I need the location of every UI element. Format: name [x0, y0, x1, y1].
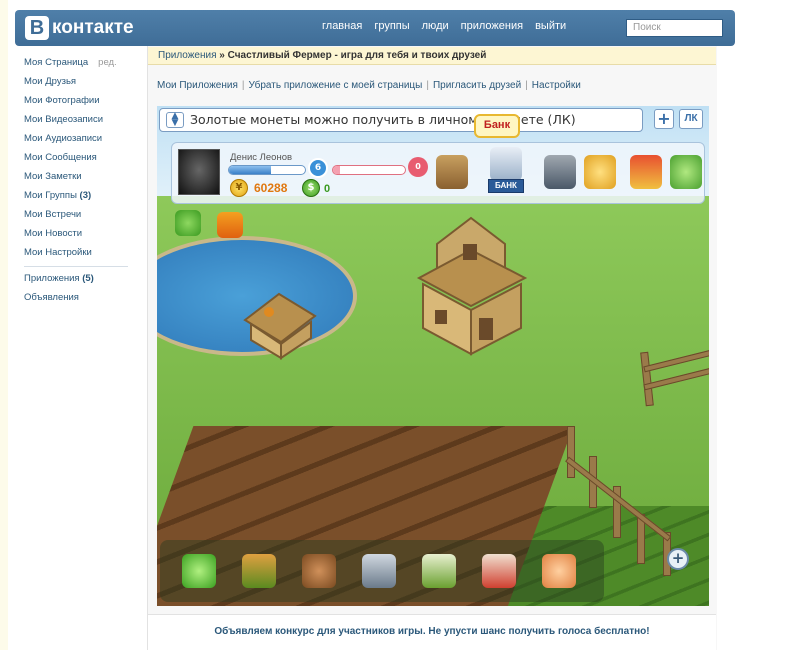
sidebar-item-events[interactable]: Мои Встречи — [24, 208, 128, 227]
farm-house[interactable] — [409, 214, 533, 364]
tools-icon[interactable] — [544, 155, 576, 189]
sidebar-item-my-page[interactable]: Моя Страница ред. — [24, 56, 128, 75]
groups-count: (3) — [79, 190, 92, 201]
notice-scroll-arrows[interactable]: ▲ ▼ — [166, 112, 184, 128]
fence-post — [567, 426, 575, 478]
sidebar-item-notes[interactable]: Мои Заметки — [24, 170, 128, 189]
sidebar-item-label: Мои Группы — [24, 190, 77, 201]
shovel-icon[interactable] — [242, 554, 276, 588]
sidebar-item-settings[interactable]: Мои Настройки — [24, 246, 128, 265]
promo-link[interactable]: Объявляем конкурс для участников игры. Н… — [148, 614, 716, 650]
bank-tooltip: Банк — [474, 114, 520, 138]
personal-cabinet-button[interactable]: ЛК — [679, 109, 703, 129]
energy-fill — [333, 166, 341, 174]
nav-groups[interactable]: группы — [368, 20, 415, 32]
app-header-bar: Приложения » Счастливый Фермер - игра дл… — [148, 47, 716, 65]
friends-icon[interactable] — [670, 155, 702, 189]
link-remove-app[interactable]: Убрать приложение с моей страницы — [248, 80, 422, 91]
pesticide-icon[interactable] — [482, 554, 516, 588]
nav-home[interactable]: главная — [316, 20, 368, 32]
separator: | — [525, 80, 528, 91]
logo-text: контакте — [52, 17, 134, 38]
seed-bag-icon[interactable] — [302, 554, 336, 588]
energy-bar — [332, 165, 406, 175]
avatar-green-icon[interactable] — [175, 210, 201, 236]
logo[interactable]: В контакте — [25, 16, 134, 40]
dog-house[interactable] — [241, 290, 319, 360]
player-panel: Денис Леонов 6 0 ¥ 60288 $ 0 БАНК — [171, 142, 705, 204]
edit-link[interactable]: ред. — [98, 57, 117, 68]
sidebar-item-ads[interactable]: Объявления — [24, 291, 128, 310]
bank-icon[interactable] — [490, 147, 522, 181]
notice-bar: ▲ ▼ Золотые монеты можно получить в лично… — [159, 108, 643, 132]
sidebar-item-friends[interactable]: Мои Друзья — [24, 75, 128, 94]
apps-count: (5) — [82, 273, 94, 284]
top-header: В контакте главная группы люди приложени… — [15, 10, 735, 46]
coins-value: 60288 — [254, 181, 288, 195]
heart-icon: 0 — [408, 157, 428, 177]
sidebar-item-audio[interactable]: Мои Аудиозаписи — [24, 132, 128, 151]
breadcrumb-apps[interactable]: Приложения — [158, 50, 217, 61]
breadcrumb-separator: » — [219, 50, 225, 61]
avatar[interactable] — [178, 149, 220, 195]
app-links: Мои Приложения | Убрать приложение с моей … — [157, 80, 581, 91]
green-currency-value: 0 — [324, 183, 331, 195]
nav-logout[interactable]: выйти — [529, 20, 572, 32]
sidebar-item-label: Моя Страница — [24, 57, 89, 68]
bottom-toolbar — [160, 540, 604, 602]
xp-fill — [229, 166, 271, 174]
separator: | — [426, 80, 429, 91]
hand-icon[interactable] — [542, 554, 576, 588]
sidebar-item-messages[interactable]: Мои Сообщения — [24, 151, 128, 170]
link-settings[interactable]: Настройки — [532, 80, 581, 91]
watering-can-icon[interactable] — [362, 554, 396, 588]
add-coins-button[interactable]: + — [654, 109, 674, 129]
sidebar-item-photos[interactable]: Мои Фотографии — [24, 94, 128, 113]
xp-bar — [228, 165, 306, 175]
sidebar-item-news[interactable]: Мои Новости — [24, 227, 128, 246]
logo-letter: В — [25, 16, 49, 40]
sidebar-item-label: Приложения — [24, 273, 80, 284]
sidebar-item-apps[interactable]: Приложения (5) — [24, 272, 128, 291]
search-input[interactable]: Поиск — [626, 19, 723, 37]
app-title: Счастливый Фермер - игра для тебя и твои… — [227, 50, 487, 61]
left-margin-strip — [0, 0, 8, 650]
level-badge: 6 — [308, 158, 328, 178]
link-my-apps[interactable]: Мои Приложения — [157, 80, 238, 91]
separator: | — [241, 80, 245, 91]
bank-label[interactable]: БАНК — [488, 179, 524, 193]
zoom-in-button[interactable]: + — [667, 548, 689, 570]
nav-apps[interactable]: приложения — [455, 20, 529, 32]
player-name: Денис Леонов — [230, 152, 293, 163]
link-invite-friends[interactable]: Пригласить друзей — [433, 80, 521, 91]
shop-icon[interactable] — [630, 155, 662, 189]
game-canvas[interactable]: ▲ ▼ Золотые монеты можно получить в лично… — [157, 106, 709, 606]
sidebar-item-videos[interactable]: Мои Видеозаписи — [24, 113, 128, 132]
fertilizer-icon[interactable] — [422, 554, 456, 588]
top-nav: главная группы люди приложения выйти — [316, 20, 572, 32]
sidebar-item-groups[interactable]: Мои Группы (3) — [24, 189, 128, 208]
gift-icon[interactable] — [217, 212, 243, 238]
green-currency-icon: $ — [302, 179, 320, 197]
watering-can-icon[interactable] — [436, 155, 468, 189]
pointer-icon[interactable] — [182, 554, 216, 588]
nav-people[interactable]: люди — [416, 20, 455, 32]
left-sidebar: Моя Страница ред. Мои Друзья Мои Фотограф… — [24, 56, 128, 310]
sidebar-divider — [24, 266, 128, 267]
coin-icon: ¥ — [230, 179, 248, 197]
cupcake-icon[interactable] — [584, 155, 616, 189]
